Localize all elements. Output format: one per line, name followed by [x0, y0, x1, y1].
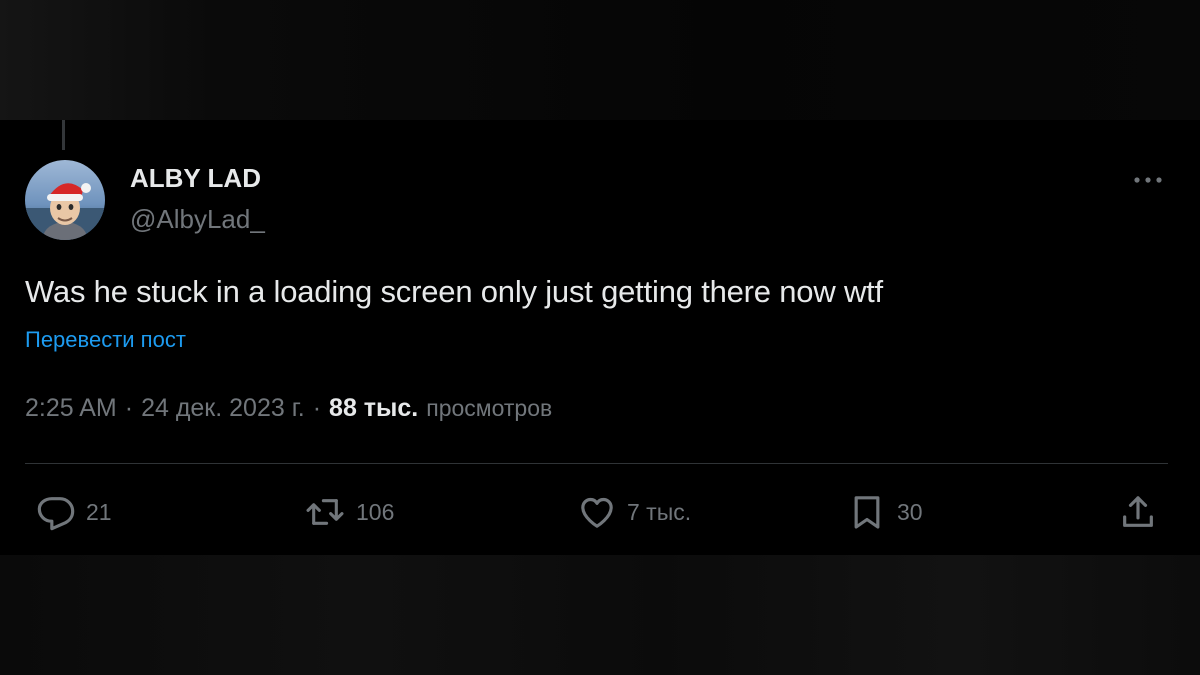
divider [25, 463, 1168, 464]
translate-post-link[interactable]: Перевести пост [25, 327, 186, 353]
like-button[interactable]: 7 тыс. [577, 490, 691, 534]
avatar[interactable] [25, 160, 105, 240]
reply-icon [37, 497, 75, 531]
tweet-date[interactable]: 24 дек. 2023 г. [141, 394, 305, 423]
meta-separator: · [312, 394, 322, 422]
reply-button[interactable]: 21 [36, 490, 112, 534]
tweet-meta: 2:25 AM · 24 дек. 2023 г. · 88 тыс. прос… [25, 394, 552, 423]
like-count: 7 тыс. [627, 498, 692, 525]
bookmark-icon [854, 496, 880, 529]
repost-button[interactable]: 106 [304, 490, 394, 534]
author-handle[interactable]: @AlbyLad_ [130, 204, 265, 235]
bookmark-count: 30 [897, 498, 923, 525]
tweet-time[interactable]: 2:25 AM [25, 394, 117, 423]
views-count[interactable]: 88 тыс. [329, 394, 418, 423]
share-button[interactable] [1118, 490, 1158, 534]
more-horizontal-icon [1134, 177, 1162, 183]
repost-icon [306, 499, 344, 525]
background-bottom-strip [0, 555, 1200, 675]
more-options-button[interactable] [1128, 166, 1168, 194]
repost-count: 106 [356, 498, 395, 525]
reply-count: 21 [86, 498, 112, 525]
views-label: просмотров [426, 395, 553, 421]
bookmark-button[interactable]: 30 [847, 490, 923, 534]
share-icon [1123, 496, 1153, 527]
author-name[interactable]: ALBY LAD [130, 163, 261, 194]
tweet-text: Was he stuck in a loading screen only ju… [25, 274, 883, 309]
heart-icon [581, 497, 613, 528]
background-top-strip [0, 0, 1200, 120]
meta-separator: · [124, 394, 134, 422]
avatar-image [25, 160, 105, 240]
thread-connector-line [62, 120, 65, 150]
